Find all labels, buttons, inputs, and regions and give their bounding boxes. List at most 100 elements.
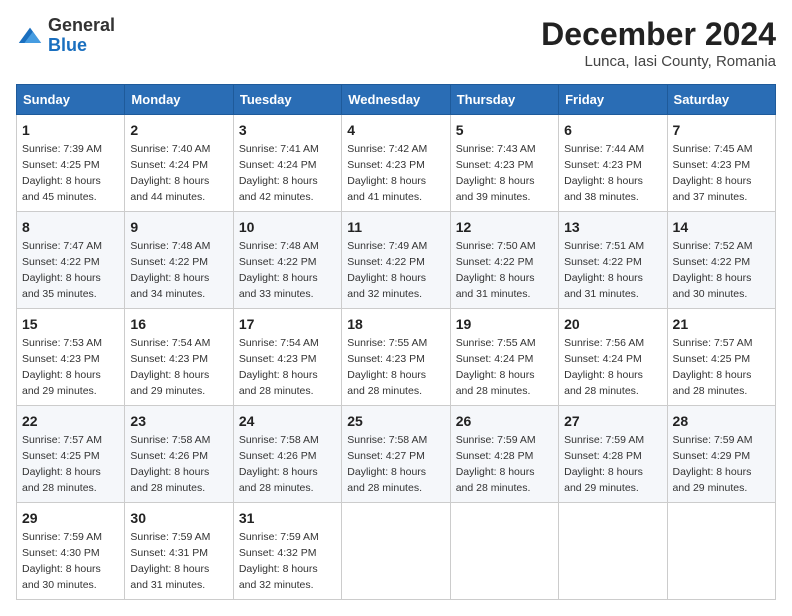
day-info: Sunrise: 7:57 AMSunset: 4:25 PMDaylight:… — [673, 337, 753, 397]
calendar-day-cell: 24 Sunrise: 7:58 AMSunset: 4:26 PMDaylig… — [233, 406, 341, 503]
calendar-day-cell — [559, 503, 667, 600]
calendar-day-cell: 21 Sunrise: 7:57 AMSunset: 4:25 PMDaylig… — [667, 309, 775, 406]
day-number: 14 — [673, 217, 770, 237]
day-number: 11 — [347, 217, 444, 237]
day-number: 27 — [564, 411, 661, 431]
location: Lunca, Iasi County, Romania — [541, 53, 776, 70]
day-info: Sunrise: 7:54 AMSunset: 4:23 PMDaylight:… — [130, 337, 210, 397]
day-info: Sunrise: 7:42 AMSunset: 4:23 PMDaylight:… — [347, 143, 427, 203]
day-info: Sunrise: 7:58 AMSunset: 4:26 PMDaylight:… — [239, 434, 319, 494]
weekday-header: Sunday — [17, 85, 125, 115]
day-info: Sunrise: 7:59 AMSunset: 4:28 PMDaylight:… — [564, 434, 644, 494]
weekday-header: Monday — [125, 85, 233, 115]
day-number: 23 — [130, 411, 227, 431]
calendar-week-row: 22 Sunrise: 7:57 AMSunset: 4:25 PMDaylig… — [17, 406, 776, 503]
day-info: Sunrise: 7:43 AMSunset: 4:23 PMDaylight:… — [456, 143, 536, 203]
day-info: Sunrise: 7:57 AMSunset: 4:25 PMDaylight:… — [22, 434, 102, 494]
calendar-day-cell — [342, 503, 450, 600]
day-number: 12 — [456, 217, 553, 237]
day-info: Sunrise: 7:40 AMSunset: 4:24 PMDaylight:… — [130, 143, 210, 203]
day-number: 6 — [564, 120, 661, 140]
month-title: December 2024 — [541, 16, 776, 53]
day-info: Sunrise: 7:48 AMSunset: 4:22 PMDaylight:… — [239, 240, 319, 300]
day-info: Sunrise: 7:49 AMSunset: 4:22 PMDaylight:… — [347, 240, 427, 300]
calendar-day-cell: 17 Sunrise: 7:54 AMSunset: 4:23 PMDaylig… — [233, 309, 341, 406]
calendar-day-cell: 6 Sunrise: 7:44 AMSunset: 4:23 PMDayligh… — [559, 115, 667, 212]
day-number: 19 — [456, 314, 553, 334]
weekday-header: Friday — [559, 85, 667, 115]
calendar-week-row: 15 Sunrise: 7:53 AMSunset: 4:23 PMDaylig… — [17, 309, 776, 406]
calendar-day-cell: 23 Sunrise: 7:58 AMSunset: 4:26 PMDaylig… — [125, 406, 233, 503]
calendar-day-cell: 31 Sunrise: 7:59 AMSunset: 4:32 PMDaylig… — [233, 503, 341, 600]
day-number: 26 — [456, 411, 553, 431]
day-number: 18 — [347, 314, 444, 334]
day-info: Sunrise: 7:50 AMSunset: 4:22 PMDaylight:… — [456, 240, 536, 300]
day-info: Sunrise: 7:59 AMSunset: 4:32 PMDaylight:… — [239, 531, 319, 591]
calendar-day-cell: 25 Sunrise: 7:58 AMSunset: 4:27 PMDaylig… — [342, 406, 450, 503]
day-number: 21 — [673, 314, 770, 334]
logo-icon — [16, 22, 44, 50]
calendar-week-row: 29 Sunrise: 7:59 AMSunset: 4:30 PMDaylig… — [17, 503, 776, 600]
day-info: Sunrise: 7:45 AMSunset: 4:23 PMDaylight:… — [673, 143, 753, 203]
calendar-day-cell: 29 Sunrise: 7:59 AMSunset: 4:30 PMDaylig… — [17, 503, 125, 600]
page-header: General Blue December 2024 Lunca, Iasi C… — [16, 16, 776, 70]
calendar-day-cell: 13 Sunrise: 7:51 AMSunset: 4:22 PMDaylig… — [559, 212, 667, 309]
day-number: 24 — [239, 411, 336, 431]
day-number: 20 — [564, 314, 661, 334]
day-info: Sunrise: 7:55 AMSunset: 4:24 PMDaylight:… — [456, 337, 536, 397]
day-number: 31 — [239, 508, 336, 528]
logo-text: General Blue — [48, 16, 115, 56]
calendar-body: 1 Sunrise: 7:39 AMSunset: 4:25 PMDayligh… — [17, 115, 776, 600]
day-number: 15 — [22, 314, 119, 334]
calendar-day-cell: 16 Sunrise: 7:54 AMSunset: 4:23 PMDaylig… — [125, 309, 233, 406]
day-info: Sunrise: 7:51 AMSunset: 4:22 PMDaylight:… — [564, 240, 644, 300]
day-info: Sunrise: 7:59 AMSunset: 4:31 PMDaylight:… — [130, 531, 210, 591]
day-number: 16 — [130, 314, 227, 334]
weekday-row: SundayMondayTuesdayWednesdayThursdayFrid… — [17, 85, 776, 115]
day-info: Sunrise: 7:47 AMSunset: 4:22 PMDaylight:… — [22, 240, 102, 300]
calendar-day-cell: 28 Sunrise: 7:59 AMSunset: 4:29 PMDaylig… — [667, 406, 775, 503]
calendar-day-cell: 2 Sunrise: 7:40 AMSunset: 4:24 PMDayligh… — [125, 115, 233, 212]
day-number: 17 — [239, 314, 336, 334]
logo-blue: Blue — [48, 35, 87, 55]
calendar-week-row: 8 Sunrise: 7:47 AMSunset: 4:22 PMDayligh… — [17, 212, 776, 309]
calendar-table: SundayMondayTuesdayWednesdayThursdayFrid… — [16, 84, 776, 600]
calendar-day-cell: 27 Sunrise: 7:59 AMSunset: 4:28 PMDaylig… — [559, 406, 667, 503]
calendar-day-cell: 18 Sunrise: 7:55 AMSunset: 4:23 PMDaylig… — [342, 309, 450, 406]
calendar-day-cell: 1 Sunrise: 7:39 AMSunset: 4:25 PMDayligh… — [17, 115, 125, 212]
calendar-day-cell: 9 Sunrise: 7:48 AMSunset: 4:22 PMDayligh… — [125, 212, 233, 309]
weekday-header: Wednesday — [342, 85, 450, 115]
calendar-day-cell — [667, 503, 775, 600]
weekday-header: Tuesday — [233, 85, 341, 115]
day-info: Sunrise: 7:44 AMSunset: 4:23 PMDaylight:… — [564, 143, 644, 203]
day-number: 8 — [22, 217, 119, 237]
day-info: Sunrise: 7:59 AMSunset: 4:30 PMDaylight:… — [22, 531, 102, 591]
day-number: 13 — [564, 217, 661, 237]
calendar-day-cell: 7 Sunrise: 7:45 AMSunset: 4:23 PMDayligh… — [667, 115, 775, 212]
calendar-day-cell: 4 Sunrise: 7:42 AMSunset: 4:23 PMDayligh… — [342, 115, 450, 212]
weekday-header: Saturday — [667, 85, 775, 115]
calendar-day-cell: 3 Sunrise: 7:41 AMSunset: 4:24 PMDayligh… — [233, 115, 341, 212]
calendar-day-cell: 26 Sunrise: 7:59 AMSunset: 4:28 PMDaylig… — [450, 406, 558, 503]
day-number: 25 — [347, 411, 444, 431]
calendar-day-cell: 10 Sunrise: 7:48 AMSunset: 4:22 PMDaylig… — [233, 212, 341, 309]
day-info: Sunrise: 7:39 AMSunset: 4:25 PMDaylight:… — [22, 143, 102, 203]
weekday-header: Thursday — [450, 85, 558, 115]
day-info: Sunrise: 7:58 AMSunset: 4:26 PMDaylight:… — [130, 434, 210, 494]
day-number: 1 — [22, 120, 119, 140]
day-info: Sunrise: 7:53 AMSunset: 4:23 PMDaylight:… — [22, 337, 102, 397]
calendar-day-cell: 5 Sunrise: 7:43 AMSunset: 4:23 PMDayligh… — [450, 115, 558, 212]
calendar-day-cell: 30 Sunrise: 7:59 AMSunset: 4:31 PMDaylig… — [125, 503, 233, 600]
calendar-day-cell: 14 Sunrise: 7:52 AMSunset: 4:22 PMDaylig… — [667, 212, 775, 309]
calendar-day-cell: 12 Sunrise: 7:50 AMSunset: 4:22 PMDaylig… — [450, 212, 558, 309]
calendar-header: SundayMondayTuesdayWednesdayThursdayFrid… — [17, 85, 776, 115]
day-info: Sunrise: 7:59 AMSunset: 4:28 PMDaylight:… — [456, 434, 536, 494]
day-info: Sunrise: 7:58 AMSunset: 4:27 PMDaylight:… — [347, 434, 427, 494]
day-number: 10 — [239, 217, 336, 237]
day-number: 29 — [22, 508, 119, 528]
calendar-day-cell: 8 Sunrise: 7:47 AMSunset: 4:22 PMDayligh… — [17, 212, 125, 309]
calendar-day-cell: 19 Sunrise: 7:55 AMSunset: 4:24 PMDaylig… — [450, 309, 558, 406]
day-number: 9 — [130, 217, 227, 237]
day-info: Sunrise: 7:48 AMSunset: 4:22 PMDaylight:… — [130, 240, 210, 300]
day-info: Sunrise: 7:52 AMSunset: 4:22 PMDaylight:… — [673, 240, 753, 300]
